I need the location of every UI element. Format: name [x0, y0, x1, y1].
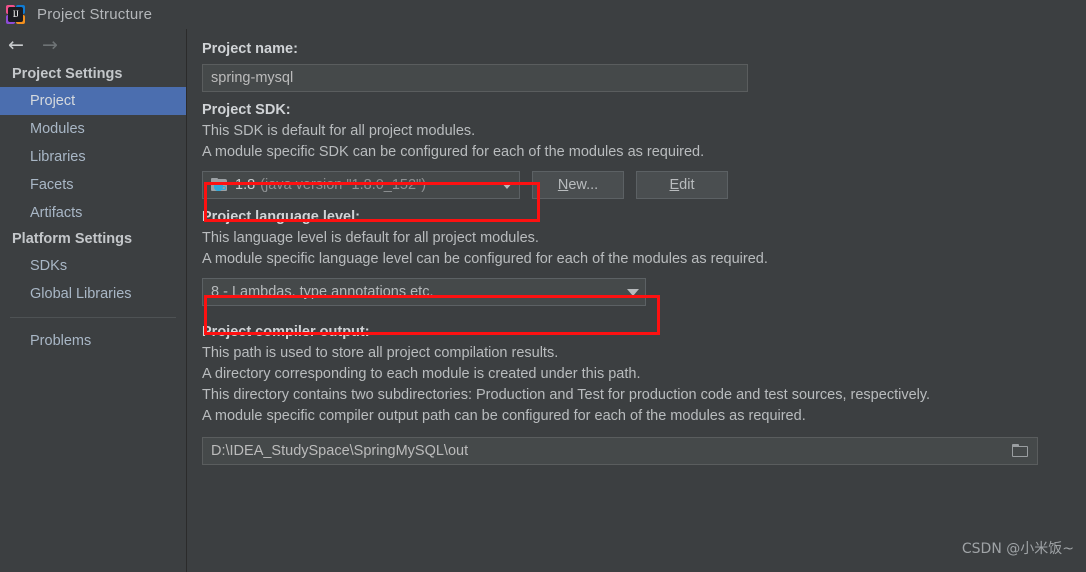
project-language-level-label: Project language level:	[202, 209, 360, 225]
project-compiler-output-value: D:\IDEA_StudySpace\SpringMySQL\out	[211, 443, 469, 459]
project-sdk-label: Project SDK:	[202, 102, 291, 118]
window-title: Project Structure	[37, 6, 153, 23]
project-compiler-output-description-line-1: This path is used to store all project c…	[202, 345, 559, 361]
sidebar-item-project[interactable]: Project	[0, 87, 186, 115]
chevron-down-icon	[501, 181, 513, 189]
project-name-label: Project name:	[202, 41, 298, 57]
navigation-buttons: ← →	[0, 29, 186, 62]
sdk-new-button[interactable]: New...	[532, 171, 624, 199]
sidebar-group-project-settings: Project Settings	[12, 66, 123, 82]
sidebar-item-artifacts[interactable]: Artifacts	[0, 199, 186, 227]
project-structure-dialog: IJ Project Structure ← → Project Setting…	[0, 0, 1086, 572]
project-compiler-output-input[interactable]: D:\IDEA_StudySpace\SpringMySQL\out	[202, 437, 1038, 465]
sidebar-group-platform-settings: Platform Settings	[12, 231, 133, 247]
project-compiler-output-description-line-3: This directory contains two subdirectori…	[202, 387, 931, 403]
project-language-level-description-line-2: A module specific language level can be …	[202, 251, 768, 267]
project-compiler-output-label: Project compiler output:	[202, 324, 370, 340]
title-bar: IJ Project Structure	[0, 0, 1086, 29]
chevron-down-icon	[627, 288, 639, 296]
project-sdk-selected-detail: (java version "1.8.0_152")	[260, 177, 427, 193]
arrow-right-icon[interactable]: →	[40, 36, 60, 55]
project-compiler-output-description-line-4: A module specific compiler output path c…	[202, 408, 806, 424]
project-language-level-selected: 8 - Lambdas, type annotations etc.	[211, 284, 434, 300]
project-language-level-combobox[interactable]: 8 - Lambdas, type annotations etc.	[202, 278, 646, 306]
watermark: CSDN @小米饭~	[961, 541, 1074, 557]
project-sdk-description-line-2: A module specific SDK can be configured …	[202, 144, 705, 160]
sidebar-item-sdks[interactable]: SDKs	[0, 252, 186, 280]
intellij-idea-logo-icon: IJ	[6, 5, 25, 24]
project-sdk-combobox[interactable]: 1.8 (java version "1.8.0_152")	[202, 171, 520, 199]
sidebar-item-global-libraries[interactable]: Global Libraries	[0, 280, 186, 308]
sidebar-item-facets[interactable]: Facets	[0, 171, 186, 199]
sidebar-item-modules[interactable]: Modules	[0, 115, 186, 143]
arrow-left-icon[interactable]: ←	[6, 36, 26, 55]
sidebar-item-problems[interactable]: Problems	[0, 327, 186, 355]
project-compiler-output-description-line-2: A directory corresponding to each module…	[202, 366, 641, 382]
sidebar-divider	[10, 317, 176, 318]
project-sdk-selected-name: 1.8	[235, 177, 256, 193]
settings-sidebar: ← → Project Settings Project Modules Lib…	[0, 29, 187, 572]
project-sdk-description-line-1: This SDK is default for all project modu…	[202, 123, 476, 139]
folder-browse-icon[interactable]	[1012, 444, 1029, 458]
jdk-folder-icon	[211, 177, 228, 193]
sidebar-item-libraries[interactable]: Libraries	[0, 143, 186, 171]
project-settings-panel: Project name: spring-mysql Project SDK: …	[188, 29, 1086, 572]
project-name-input[interactable]: spring-mysql	[202, 64, 748, 92]
project-name-value: spring-mysql	[211, 70, 294, 86]
project-language-level-description-line-1: This language level is default for all p…	[202, 230, 539, 246]
sdk-edit-button[interactable]: Edit	[636, 171, 728, 199]
